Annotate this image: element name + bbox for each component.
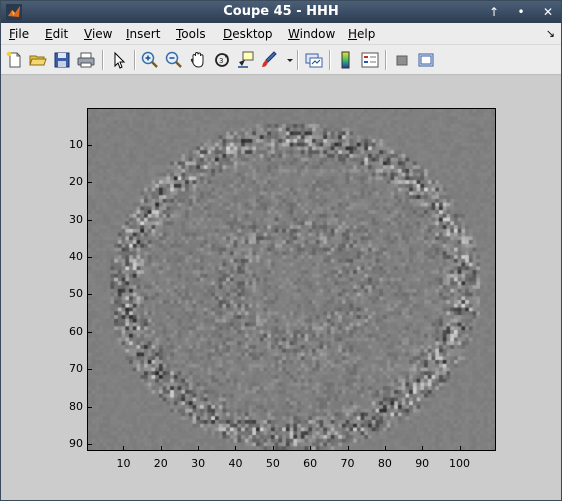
new-figure-icon[interactable] (5, 50, 25, 70)
y-tick-label: 20 (69, 175, 83, 189)
menu-help-label: elp (357, 27, 376, 41)
menu-insert-label: nsert (129, 27, 161, 41)
window-title: Coupe 45 - HHH (223, 4, 339, 19)
y-tick-mark (88, 331, 92, 333)
minimize-button[interactable]: • (512, 3, 530, 21)
y-tick-label: 40 (69, 250, 83, 264)
menu-tools[interactable]: Tools (176, 27, 206, 41)
x-tick-mark (235, 446, 237, 450)
x-tick-mark (310, 446, 312, 450)
x-tick-label: 20 (153, 457, 168, 470)
x-tick-mark (347, 446, 349, 450)
brush-icon[interactable] (259, 50, 279, 70)
figure-toolbar: 3 (1, 45, 561, 75)
x-tick-mark (272, 446, 274, 450)
select-arrow-icon[interactable] (109, 50, 129, 70)
y-tick-mark (88, 294, 92, 296)
y-tick-label: 90 (69, 437, 83, 451)
menu-view-label: iew (91, 27, 113, 41)
toolbar-separator (329, 50, 330, 70)
y-tick-mark (88, 219, 92, 221)
toolbar-separator (297, 50, 298, 70)
menu-window-label: indow (299, 27, 336, 41)
menu-window[interactable]: Window (288, 27, 335, 41)
x-tick-label: 90 (415, 457, 430, 470)
x-tick-label: 100 (449, 457, 471, 470)
legend-icon[interactable] (360, 50, 380, 70)
y-tick-label: 30 (69, 212, 83, 226)
menu-desktop[interactable]: Desktop (223, 27, 273, 41)
open-file-icon[interactable] (28, 50, 48, 70)
y-tick-label: 60 (69, 324, 83, 338)
y-tick-label: 10 (69, 137, 83, 151)
x-tick-mark (198, 446, 200, 450)
menu-tools-label: ools (181, 27, 206, 41)
x-tick-mark (384, 446, 386, 450)
toolbar-separator (134, 50, 135, 70)
y-tick-mark (88, 257, 92, 259)
menu-desktop-label: esktop (232, 27, 273, 41)
menu-help[interactable]: Help (348, 27, 375, 41)
x-tick-label: 40 (228, 457, 243, 470)
y-tick-label: 70 (69, 362, 83, 376)
heatmap-axes[interactable] (87, 108, 496, 451)
menu-bar: File Edit View Insert Tools Desktop Wind… (1, 23, 561, 45)
x-tick-label: 30 (191, 457, 206, 470)
x-tick-label: 50 (265, 457, 280, 470)
y-tick-mark (88, 369, 92, 371)
menu-edit[interactable]: Edit (45, 27, 68, 41)
link-plot-icon[interactable] (304, 50, 324, 70)
y-tick-label: 50 (69, 287, 83, 301)
menu-file[interactable]: File (9, 27, 29, 41)
y-tick-mark (88, 144, 92, 146)
title-bar[interactable]: Coupe 45 - HHH ↑ • ✕ (1, 1, 561, 23)
toolbar-separator (102, 50, 103, 70)
x-tick-mark (422, 446, 424, 450)
close-button[interactable]: ✕ (539, 3, 557, 21)
figure-window: Coupe 45 - HHH ↑ • ✕ File Edit View Inse… (0, 0, 562, 501)
x-tick-label: 10 (116, 457, 131, 470)
x-tick-label: 80 (377, 457, 392, 470)
toolbar-separator (385, 50, 386, 70)
rotate-3d-icon[interactable]: 3 (212, 50, 232, 70)
x-tick-mark (123, 446, 125, 450)
figure-canvas: 10 20 30 40 50 60 70 80 90 10 20 30 40 50 60 70 80 90 100 (1, 76, 561, 500)
zoom-out-icon[interactable] (164, 50, 184, 70)
x-tick-label: 60 (303, 457, 318, 470)
hide-plot-tools-icon[interactable] (392, 50, 412, 70)
print-icon[interactable] (76, 50, 96, 70)
y-tick-mark (88, 444, 92, 446)
data-cursor-icon[interactable] (236, 50, 256, 70)
x-tick-mark (160, 446, 162, 450)
svg-text:3: 3 (219, 57, 223, 65)
x-tick-mark (459, 446, 461, 450)
y-tick-mark (88, 182, 92, 184)
help-button[interactable]: ↑ (485, 3, 503, 21)
menu-file-label: ile (15, 27, 30, 41)
colorbar-icon[interactable] (336, 50, 356, 70)
menu-edit-label: dit (52, 27, 69, 41)
show-plot-tools-icon[interactable] (416, 50, 436, 70)
menu-view[interactable]: View (84, 27, 112, 41)
y-tick-label: 80 (69, 399, 83, 413)
x-tick-label: 70 (340, 457, 355, 470)
menu-insert[interactable]: Insert (126, 27, 160, 41)
undock-arrow-icon[interactable]: ↘ (546, 27, 555, 40)
heatmap-image (88, 109, 495, 450)
save-icon[interactable] (52, 50, 72, 70)
zoom-in-icon[interactable] (140, 50, 160, 70)
brush-dropdown-icon[interactable] (280, 50, 293, 70)
y-tick-mark (88, 406, 92, 408)
pan-hand-icon[interactable] (188, 50, 208, 70)
